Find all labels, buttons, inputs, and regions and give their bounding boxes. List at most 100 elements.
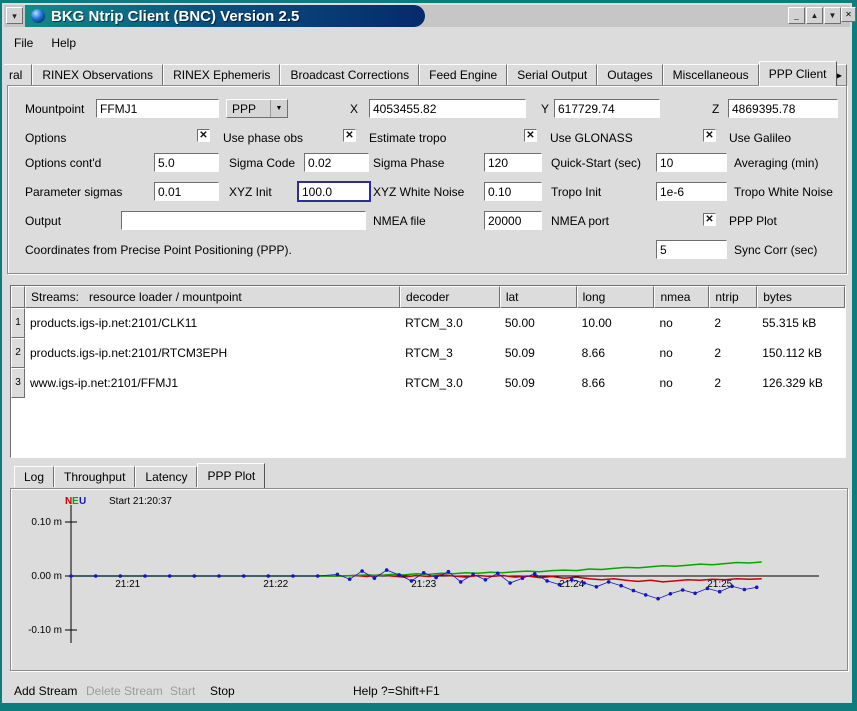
- stream-row[interactable]: 3www.igs-ip.net:2101/FFMJ1RTCM_3.050.098…: [11, 368, 845, 398]
- cell-decoder: RTCM_3.0: [400, 368, 500, 398]
- y-input[interactable]: [554, 99, 660, 118]
- maximize-button[interactable]: ▲: [806, 7, 823, 24]
- series-U-dot: [385, 568, 389, 572]
- minimize-button[interactable]: _: [788, 7, 805, 24]
- tab-outages[interactable]: Outages: [597, 64, 662, 85]
- x-label: X: [350, 102, 358, 116]
- tab-ppp-plot[interactable]: PPP Plot: [197, 463, 265, 488]
- stream-row[interactable]: 2products.igs-ip.net:2101/RTCM3EPHRTCM_3…: [11, 338, 845, 368]
- cell-bytes: 55.315 kB: [757, 308, 845, 338]
- series-U-dot: [545, 579, 549, 583]
- sigma-phase-label: Sigma Phase: [373, 156, 444, 170]
- stop-button[interactable]: Stop: [210, 684, 235, 698]
- coordinates-note: Coordinates from Precise Point Positioni…: [25, 243, 292, 257]
- output-label: Output: [25, 214, 61, 228]
- series-U-dot: [316, 574, 320, 578]
- tab-log[interactable]: Log: [14, 466, 54, 487]
- cell-decoder: RTCM_3: [400, 338, 500, 368]
- add-stream-button[interactable]: Add Stream: [14, 684, 77, 698]
- sigma-code-label: Sigma Code: [229, 156, 295, 170]
- mountpoint-input[interactable]: [96, 99, 219, 118]
- use-phase-obs-checkbox[interactable]: ✕: [197, 129, 210, 142]
- sigma-phase-input[interactable]: [304, 153, 369, 172]
- menu-help[interactable]: Help: [43, 34, 84, 52]
- use-glonass-checkbox[interactable]: ✕: [524, 129, 537, 142]
- series-U-dot: [348, 577, 352, 581]
- shade-button[interactable]: ▼: [824, 7, 841, 24]
- series-U-dot: [471, 573, 475, 577]
- cell-ntrip: 2: [709, 368, 757, 398]
- streams-table[interactable]: Streams: resource loader / mountpointdec…: [10, 285, 846, 458]
- tab-rinex-observations[interactable]: RINEX Observations: [32, 64, 163, 85]
- legend-U: U: [79, 496, 86, 507]
- series-U-dot: [217, 574, 221, 578]
- estimate-tropo-label: Estimate tropo: [369, 131, 446, 145]
- column-header-ntrip[interactable]: ntrip: [709, 286, 757, 308]
- titlebar[interactable]: ▾ BKG Ntrip Client (BNC) Version 2.5 _ ▲…: [4, 5, 850, 27]
- tropo-white-noise-input[interactable]: [656, 182, 727, 201]
- stream-row[interactable]: 1products.igs-ip.net:2101/CLK11RTCM_3.05…: [11, 308, 845, 338]
- window-menu-button[interactable]: ▾: [6, 7, 23, 24]
- xyz-white-noise-input[interactable]: [297, 181, 371, 202]
- column-header-bytes[interactable]: bytes: [757, 286, 845, 308]
- xyz-white-noise-label: XYZ White Noise: [373, 185, 464, 199]
- column-header-lat[interactable]: lat: [500, 286, 577, 308]
- row-number-cell[interactable]: 2: [11, 338, 25, 368]
- nmea-file-label: NMEA file: [373, 214, 426, 228]
- tab-miscellaneous[interactable]: Miscellaneous: [663, 64, 759, 85]
- column-header-mountpoint[interactable]: Streams: resource loader / mountpoint: [25, 286, 400, 308]
- help-shift-f1-button[interactable]: Help ?=Shift+F1: [353, 684, 440, 698]
- tab-feed-engine[interactable]: Feed Engine: [419, 64, 507, 85]
- sync-corr-input[interactable]: [656, 240, 727, 259]
- app-icon: [31, 9, 45, 23]
- tab-throughput[interactable]: Throughput: [54, 466, 135, 487]
- x-input[interactable]: [369, 99, 526, 118]
- tropo-init-input[interactable]: [484, 182, 542, 201]
- use-galileo-checkbox[interactable]: ✕: [703, 129, 716, 142]
- ppp-plot-checkbox[interactable]: ✕: [703, 213, 716, 226]
- ppp-plot-label: PPP Plot: [729, 214, 777, 228]
- xyz-init-label: XYZ Init: [229, 185, 272, 199]
- cell-nmea: no: [654, 368, 709, 398]
- shade-icon: ▼: [829, 12, 837, 20]
- tab-serial-output[interactable]: Serial Output: [507, 64, 597, 85]
- tab-ral[interactable]: ral: [4, 64, 32, 85]
- cell-lat: 50.09: [500, 338, 577, 368]
- series-U-dot: [422, 571, 426, 575]
- ppp-mode-combo[interactable]: PPP ▼: [226, 99, 288, 118]
- column-header-nmea[interactable]: nmea: [654, 286, 709, 308]
- tab-ppp-client[interactable]: PPP Client: [759, 61, 837, 86]
- y-tick-label: 0.00 m: [31, 571, 62, 582]
- quick-start-label: Quick-Start (sec): [551, 156, 641, 170]
- column-header-decoder[interactable]: decoder: [400, 286, 500, 308]
- combo-down-icon[interactable]: ▼: [270, 100, 287, 117]
- tropo-init-label: Tropo Init: [551, 185, 601, 199]
- series-U-dot: [718, 590, 722, 594]
- series-U-dot: [558, 583, 562, 587]
- nmea-port-input[interactable]: [484, 211, 542, 230]
- series-U-dot: [619, 584, 623, 588]
- menu-file[interactable]: File: [6, 34, 41, 52]
- row-number-cell[interactable]: 1: [11, 308, 25, 338]
- sigma-code-input[interactable]: [154, 153, 219, 172]
- z-input[interactable]: [728, 99, 838, 118]
- header-gutter-cell: [11, 286, 25, 308]
- x-tick-label: 21:21: [115, 579, 140, 590]
- tropo-white-noise-label: Tropo White Noise: [734, 185, 833, 199]
- nmea-file-input[interactable]: [121, 211, 366, 230]
- series-U-dot: [336, 573, 340, 577]
- column-header-long[interactable]: long: [577, 286, 655, 308]
- xyz-init-input[interactable]: [154, 182, 219, 201]
- window-title: BKG Ntrip Client (BNC) Version 2.5: [51, 8, 299, 25]
- cell-lat: 50.00: [500, 308, 577, 338]
- tab-latency[interactable]: Latency: [135, 466, 197, 487]
- series-U-dot: [669, 592, 673, 596]
- tab-broadcast-corrections[interactable]: Broadcast Corrections: [280, 64, 419, 85]
- averaging-input[interactable]: [656, 153, 727, 172]
- tab-rinex-ephemeris[interactable]: RINEX Ephemeris: [163, 64, 280, 85]
- quick-start-input[interactable]: [484, 153, 542, 172]
- estimate-tropo-checkbox[interactable]: ✕: [343, 129, 356, 142]
- mountpoint-label: Mountpoint: [25, 102, 84, 116]
- row-number-cell[interactable]: 3: [11, 368, 25, 398]
- close-button[interactable]: ✕: [841, 7, 856, 22]
